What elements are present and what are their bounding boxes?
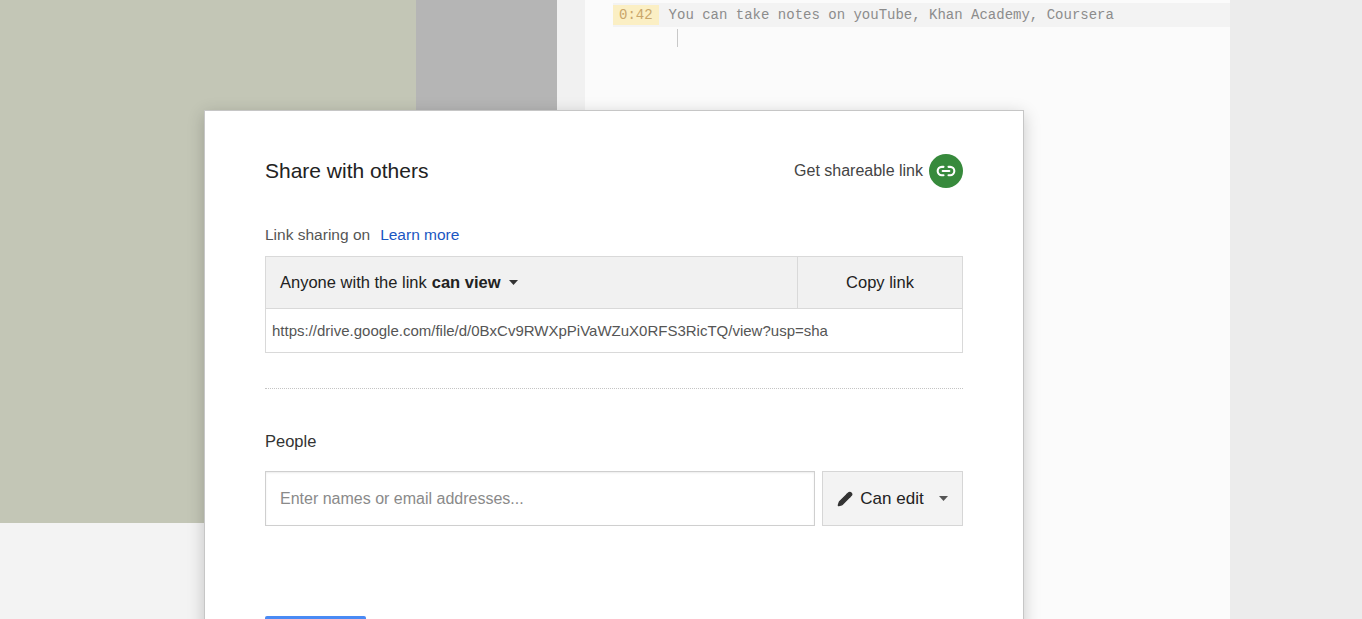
done-button[interactable] — [265, 616, 366, 619]
role-caret-icon — [939, 496, 948, 501]
link-box: Anyone with the linkcan viewCopy linkhtt… — [265, 256, 963, 353]
note-text: You can take notes on youTube, Khan Acad… — [669, 7, 1114, 23]
link-sharing-status: Link sharing on — [265, 226, 370, 244]
link-sharing-row: Link sharing on Learn more — [265, 223, 963, 247]
share-dialog: Share with others Get shareable link Link … — [204, 110, 1024, 619]
role-dropdown[interactable]: Can edit — [822, 471, 963, 526]
dialog-title: Share with others — [265, 159, 428, 183]
learn-more-link[interactable]: Learn more — [380, 226, 459, 244]
people-label: People — [265, 432, 963, 453]
link-controls: Anyone with the linkcan viewCopy link — [266, 257, 962, 309]
separator — [265, 388, 963, 389]
note-line[interactable]: 0:42 You can take notes on youTube, Khan … — [613, 3, 1230, 27]
dropdown-caret-icon — [509, 280, 518, 285]
note-timestamp[interactable]: 0:42 — [613, 5, 659, 25]
page: 0:42 You can take notes on youTube, Khan … — [0, 0, 1362, 619]
people-input[interactable] — [265, 471, 815, 526]
right-strip — [1230, 0, 1362, 619]
people-row: Can edit — [265, 471, 963, 526]
url-field[interactable]: https://drive.google.com/file/d/0BxCv9RW… — [266, 309, 962, 352]
dialog-header: Share with others Get shareable link — [265, 154, 963, 188]
get-shareable-link[interactable]: Get shareable link — [794, 154, 963, 188]
pencil-icon — [837, 491, 853, 507]
link-icon — [929, 154, 963, 188]
text-cursor — [677, 29, 678, 47]
access-dropdown[interactable]: Anyone with the linkcan view — [266, 257, 797, 308]
copy-link-button[interactable]: Copy link — [797, 257, 962, 308]
